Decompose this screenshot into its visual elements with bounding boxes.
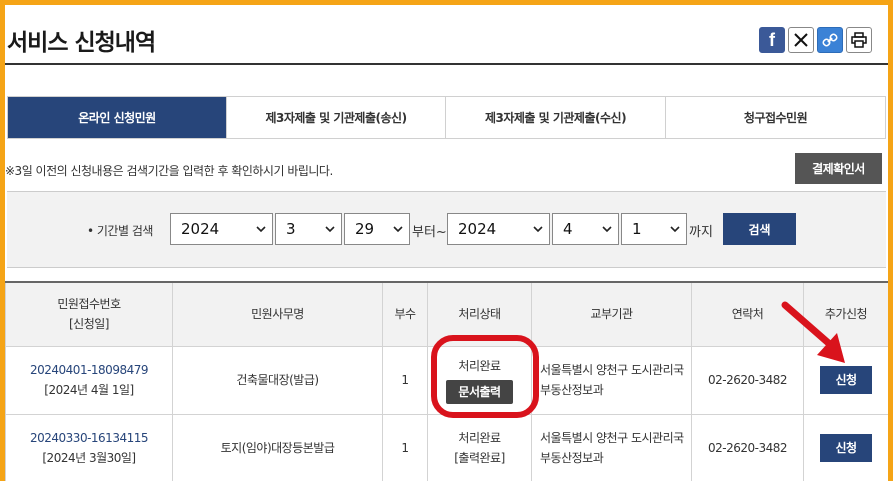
agency-cell: 서울특별시 양천구 도시관리국 부동산정보과: [531, 345, 692, 415]
receipt-cell: 20240401-18098479 [2024년 4월 1일]: [5, 345, 173, 415]
agency-line2: 부동산정보과: [540, 383, 604, 397]
status-text: 처리완료: [458, 431, 501, 445]
to-year-select[interactable]: 2024: [447, 213, 550, 245]
tab-bar: 온라인 신청민원 제3자제출 및 기관제출(송신) 제3자제출 및 기관제출(수…: [7, 96, 886, 139]
from-day-value: 29: [355, 220, 375, 238]
affair-name: 토지(임야)대장등본발급: [172, 413, 383, 481]
link-icon[interactable]: [817, 27, 843, 53]
arrow-annotation-icon: [781, 301, 845, 363]
apply-cell: 신청: [803, 413, 888, 481]
col-header-receipt-label: 민원접수번호: [57, 297, 121, 312]
chevron-down-icon: [256, 226, 266, 233]
notice-text: ※3일 이전의 신청내용은 검색기간을 입력한 후 확인하시기 바립니다.: [5, 164, 333, 178]
to-month-select[interactable]: 4: [552, 213, 619, 245]
application-date: [2024년 3월30일]: [42, 451, 136, 465]
x-icon[interactable]: [788, 27, 814, 53]
from-month-select[interactable]: 3: [275, 213, 342, 245]
application-date: [2024년 4월 1일]: [44, 383, 134, 397]
facebook-glyph: f: [769, 29, 775, 50]
receipt-cell: 20240330-16134115 [2024년 3월30일]: [5, 413, 173, 481]
from-month-value: 3: [286, 220, 296, 238]
title-divider: [5, 63, 888, 65]
receipt-number-link[interactable]: 20240401-18098479: [6, 360, 172, 380]
from-year-value: 2024: [181, 220, 220, 238]
agency-line1: 서울특별시 양천구 도시관리국: [540, 431, 684, 445]
to-day-value: 1: [632, 220, 642, 238]
chevron-down-icon: [533, 226, 543, 233]
agency-line2: 부동산정보과: [540, 451, 604, 465]
contact-number: 02-2620-3482: [691, 413, 804, 481]
col-header-affair: 민원사무명: [172, 281, 383, 347]
search-period-label: • 기간별 검색: [87, 224, 153, 238]
from-day-select[interactable]: 29: [344, 213, 410, 245]
table-row: 20240330-16134115 [2024년 3월30일] 토지(임야)대장…: [5, 413, 888, 481]
page-frame: 서비스 신청내역 f 온라인 신청민원 제3자제출 및 기관제출(송신) 제3자…: [5, 5, 888, 481]
chevron-down-icon: [602, 226, 612, 233]
apply-button[interactable]: 신청: [820, 434, 872, 462]
tab-third-party-received[interactable]: 제3자제출 및 기관제출(수신): [446, 97, 666, 138]
payment-confirm-button[interactable]: 결제확인서: [795, 153, 882, 184]
search-panel: • 기간별 검색 2024 3 29 부터~ 2024 4 1 까지 검색: [7, 191, 886, 268]
status-cell: 처리완료 [출력완료]: [427, 413, 532, 481]
affair-name: 건축물대장(발급): [172, 345, 383, 415]
col-header-receipt-sub: [신청일]: [69, 317, 109, 332]
tab-third-party-sent[interactable]: 제3자제출 및 기관제출(송신): [227, 97, 446, 138]
print-icon[interactable]: [846, 27, 872, 53]
to-month-value: 4: [563, 220, 573, 238]
to-suffix: 까지: [689, 225, 713, 240]
tab-online-applications[interactable]: 온라인 신청민원: [8, 97, 227, 138]
agency-line1: 서울특별시 양천구 도시관리국: [540, 363, 684, 377]
col-header-receipt: 민원접수번호 [신청일]: [5, 281, 173, 347]
agency-cell: 서울특별시 양천구 도시관리국 부동산정보과: [531, 413, 692, 481]
from-suffix: 부터~: [412, 225, 447, 240]
to-year-value: 2024: [458, 220, 497, 238]
search-button[interactable]: 검색: [723, 213, 796, 245]
share-toolbar: f: [759, 27, 872, 53]
chevron-down-icon: [670, 226, 680, 233]
copies-count: 1: [382, 345, 428, 415]
facebook-icon[interactable]: f: [759, 27, 785, 53]
tab-claim-received[interactable]: 청구접수민원: [666, 97, 885, 138]
col-header-agency: 교부기관: [531, 281, 692, 347]
highlight-annotation: [431, 335, 539, 418]
to-day-select[interactable]: 1: [621, 213, 687, 245]
receipt-number-link[interactable]: 20240330-16134115: [6, 428, 172, 448]
chevron-down-icon: [325, 226, 335, 233]
print-complete-text: [출력완료]: [454, 451, 505, 465]
copies-count: 1: [382, 413, 428, 481]
col-header-copies: 부수: [382, 281, 428, 347]
page-title: 서비스 신청내역: [7, 30, 156, 56]
from-year-select[interactable]: 2024: [170, 213, 273, 245]
chevron-down-icon: [393, 226, 403, 233]
